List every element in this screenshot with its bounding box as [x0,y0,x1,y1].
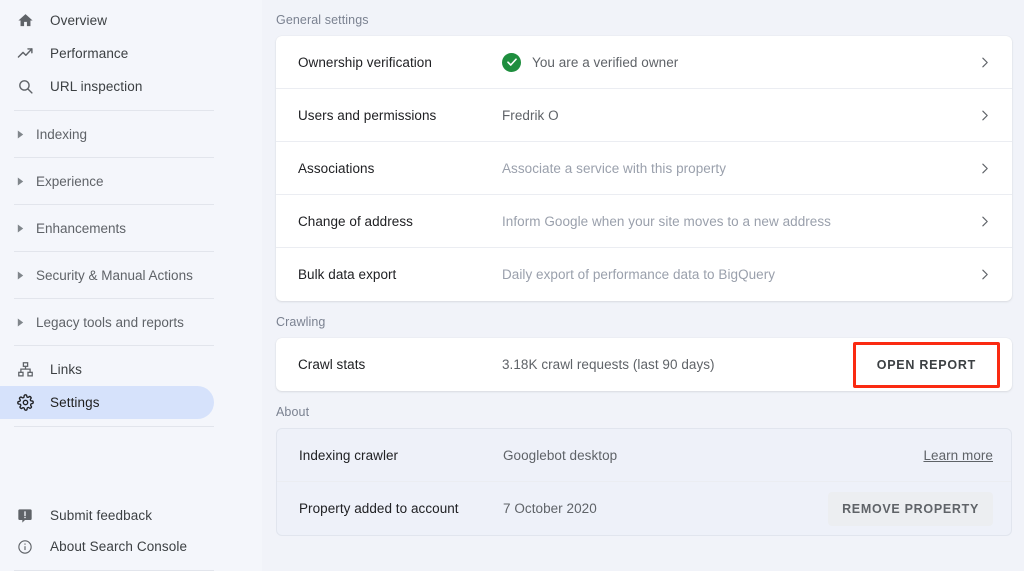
sidebar-item-about-search-console-label: About Search Console [50,539,188,554]
sidebar-item-overview-label: Overview [50,13,108,28]
sidebar-item-about-search-console[interactable]: About Search Console [0,531,214,562]
sidebar-footer-group: Submit feedback About Search Console [0,500,262,571]
row-title: Users and permissions [298,107,437,123]
row-value: Googlebot desktop [503,447,618,463]
chevron-right-icon[interactable] [974,56,994,69]
indexing-crawler-action-slot: Learn more [923,448,993,463]
sidebar-primary-group: Overview Performance URL inspection [0,0,262,103]
crawling-card: Crawl stats 3.18K crawl requests (last 9… [276,338,1012,391]
chevron-right-icon[interactable] [974,109,994,122]
sidebar-section-enhancements[interactable]: Enhancements [0,205,262,251]
trending-up-icon [14,44,36,64]
sitemap-icon [14,360,36,380]
sidebar-item-overview[interactable]: Overview [0,4,214,37]
sidebar-section-legacy-tools-and-reports-label: Legacy tools and reports [36,314,184,330]
row-title: Indexing crawler [299,447,399,463]
row-associations[interactable]: Associations Associate a service with th… [276,142,1012,195]
sidebar-item-settings-label: Settings [50,395,100,410]
row-value: 3.18K crawl requests (last 90 days) [502,357,715,372]
verified-check-icon [502,52,521,72]
learn-more-link[interactable]: Learn more [923,448,993,463]
row-value: 7 October 2020 [503,501,597,516]
row-title: Associations [298,160,375,176]
row-title: Change of address [298,213,413,229]
section-label-general-settings: General settings [276,13,369,27]
chevron-right-icon[interactable] [974,215,994,228]
row-users-and-permissions[interactable]: Users and permissions Fredrik O [276,89,1012,142]
section-label-crawling: Crawling [276,315,326,329]
row-value: Fredrik O [502,107,559,123]
main-content: General settings Ownership verification … [262,0,1024,571]
row-value-text: You are a verified owner [532,54,679,70]
section-label-about: About [276,405,310,419]
row-crawl-stats: Crawl stats 3.18K crawl requests (last 9… [276,338,1012,391]
row-value: You are a verified owner [502,52,974,72]
sidebar-section-experience[interactable]: Experience [0,158,262,204]
chevron-right-icon [12,317,28,327]
chevron-right-icon [12,176,28,186]
row-value: Inform Google when your site moves to a … [502,213,831,229]
general-settings-card: Ownership verification You are a verifie… [276,36,1012,301]
row-property-added-to-account: Property added to account 7 October 2020… [277,482,1011,535]
sidebar-section-indexing[interactable]: Indexing [0,111,262,157]
sidebar-section-legacy-tools-and-reports[interactable]: Legacy tools and reports [0,299,262,345]
row-title: Ownership verification [298,54,432,70]
sidebar-item-settings[interactable]: Settings [0,386,214,419]
sidebar-item-url-inspection-label: URL inspection [50,79,143,94]
sidebar-item-links-label: Links [50,362,83,377]
sidebar-item-links[interactable]: Links [0,353,214,386]
row-title: Property added to account [299,501,459,516]
sidebar-section-experience-label: Experience [36,173,104,189]
chevron-right-icon[interactable] [974,268,994,281]
row-title: Crawl stats [298,357,366,372]
sidebar-item-url-inspection[interactable]: URL inspection [0,70,214,103]
row-title: Bulk data export [298,267,397,282]
sidebar-item-performance[interactable]: Performance [0,37,214,70]
open-report-highlight-box: OPEN REPORT [852,341,1000,388]
sidebar-section-indexing-label: Indexing [36,126,88,142]
sidebar-item-submit-feedback[interactable]: Submit feedback [0,500,214,531]
chevron-right-icon [12,223,28,233]
sidebar-item-performance-label: Performance [50,46,129,61]
row-bulk-data-export[interactable]: Bulk data export Daily export of perform… [276,248,1012,301]
sidebar-item-submit-feedback-label: Submit feedback [50,508,153,523]
info-icon [14,537,36,557]
gear-icon [14,393,36,413]
row-indexing-crawler: Indexing crawler Googlebot desktop Learn… [277,429,1011,482]
row-ownership-verification[interactable]: Ownership verification You are a verifie… [276,36,1012,89]
remove-property-button[interactable]: REMOVE PROPERTY [828,491,993,526]
row-value: Daily export of performance data to BigQ… [502,267,776,282]
sidebar-section-security-manual-actions-label: Security & Manual Actions [36,267,193,283]
sidebar: Overview Performance URL inspection Inde… [0,0,262,571]
about-card: Indexing crawler Googlebot desktop Learn… [276,428,1012,536]
search-icon [14,77,36,97]
sidebar-section-security-manual-actions[interactable]: Security & Manual Actions [0,252,262,298]
sidebar-tools-group: Links Settings [0,346,262,419]
search-console-settings-page: Overview Performance URL inspection Inde… [0,0,1024,571]
feedback-icon [14,506,36,526]
open-report-button[interactable]: OPEN REPORT [864,349,989,381]
chevron-right-icon [12,129,28,139]
home-icon [14,11,36,31]
crawl-stats-action-slot: OPEN REPORT [852,341,1000,388]
chevron-right-icon [12,270,28,280]
property-action-slot: REMOVE PROPERTY [828,491,993,526]
row-change-of-address[interactable]: Change of address Inform Google when you… [276,195,1012,248]
row-value: Associate a service with this property [502,160,726,176]
chevron-right-icon[interactable] [974,162,994,175]
sidebar-section-enhancements-label: Enhancements [36,220,127,236]
